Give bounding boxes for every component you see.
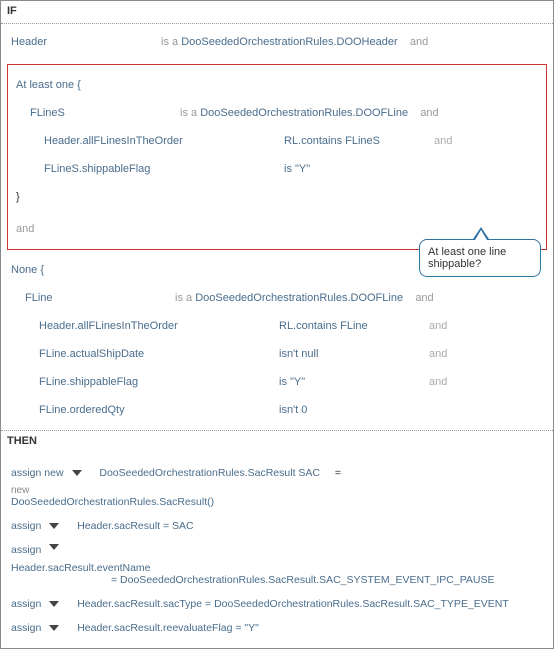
fline-type[interactable]: DooSeededOrchestrationRules.DOOFLine — [195, 292, 403, 304]
at-least-one-block: At least one { FLineS is a DooSeededOrch… — [7, 64, 547, 250]
assign-menu[interactable]: assign — [11, 544, 41, 556]
and-text: and — [429, 320, 469, 332]
assign-menu[interactable]: assign — [11, 622, 41, 634]
cond-row: Header.allFLinesInTheOrder RL.contains F… — [39, 312, 543, 340]
flines-var[interactable]: FLineS — [30, 107, 180, 119]
header-decl-row: Header is a DooSeededOrchestrationRules.… — [11, 28, 543, 56]
is-a-text: is a — [180, 107, 197, 119]
cond-op[interactable]: isn't — [279, 348, 298, 360]
and-text: and — [410, 36, 428, 48]
assign-expr[interactable]: Header.sacResult.sacType = DooSeededOrch… — [77, 598, 509, 610]
chevron-down-icon[interactable] — [72, 470, 82, 476]
assign-lhs[interactable]: DooSeededOrchestrationRules.SacResult SA… — [99, 467, 320, 479]
new-label: new — [11, 485, 214, 496]
then-block: assign new DooSeededOrchestrationRules.S… — [1, 453, 553, 648]
chevron-down-icon[interactable] — [49, 601, 59, 607]
then-row-assign: assign Header.sacResult.eventName = DooS… — [11, 538, 543, 592]
header-type[interactable]: DooSeededOrchestrationRules.DOOHeader — [181, 36, 397, 48]
cond-op[interactable]: RL.contains — [279, 320, 337, 332]
header-var[interactable]: Header — [11, 36, 161, 48]
then-row-assign: assign Header.sacResult.sacType = DooSee… — [11, 592, 543, 616]
cond-row: FLine.shippableFlag is "Y" and — [39, 368, 543, 396]
at-least-open-text[interactable]: At least one { — [16, 79, 81, 91]
assign-menu[interactable]: assign — [11, 598, 41, 610]
cond-lhs[interactable]: Header.allFLinesInTheOrder — [44, 135, 284, 147]
chevron-down-icon[interactable] — [49, 523, 59, 529]
chevron-down-icon[interactable] — [49, 544, 59, 550]
is-a-text: is a — [161, 36, 178, 48]
cond-row: FLine.actualShipDate isn't null and — [39, 340, 543, 368]
cond-rhs[interactable]: FLineS — [345, 135, 380, 147]
cond-row: Header.allFLinesInTheOrder RL.contains F… — [44, 127, 538, 155]
cond-op[interactable]: is — [284, 163, 292, 175]
is-a-text: is a — [175, 292, 192, 304]
assign-menu[interactable]: assign — [11, 520, 41, 532]
cond-op[interactable]: is — [279, 376, 287, 388]
cond-rhs[interactable]: "Y" — [290, 376, 305, 388]
assign-rhs[interactable]: DooSeededOrchestrationRules.SacResult() — [11, 496, 214, 508]
cond-lhs[interactable]: FLine.actualShipDate — [39, 348, 279, 360]
and-text: and — [429, 348, 469, 360]
chevron-down-icon[interactable] — [49, 625, 59, 631]
equals: = — [335, 467, 341, 479]
assign-lhs[interactable]: Header.sacResult.eventName — [11, 562, 495, 574]
and-text: and — [429, 376, 469, 388]
then-row-assign-new: assign new DooSeededOrchestrationRules.S… — [11, 461, 543, 514]
assign-new-menu[interactable]: assign new — [11, 467, 64, 479]
then-label: THEN — [1, 430, 553, 453]
rule-panel: IF Header is a DooSeededOrchestrationRul… — [0, 0, 554, 649]
cond-lhs[interactable]: Header.allFLinesInTheOrder — [39, 320, 279, 332]
cond-op[interactable]: RL.contains — [284, 135, 342, 147]
cond-lhs[interactable]: FLine.orderedQty — [39, 404, 279, 416]
and-text: and — [434, 135, 474, 147]
cond-lhs[interactable]: FLine.shippableFlag — [39, 376, 279, 388]
flines-decl-row: FLineS is a DooSeededOrchestrationRules.… — [30, 99, 538, 127]
cond-lhs[interactable]: FLineS.shippableFlag — [44, 163, 284, 175]
assign-rhs[interactable]: = DooSeededOrchestrationRules.SacResult.… — [11, 574, 495, 586]
assign-expr[interactable]: Header.sacResult.reevaluateFlag = "Y" — [77, 622, 259, 634]
cond-row: FLineS.shippableFlag is "Y" — [44, 155, 538, 183]
cond-rhs[interactable]: 0 — [301, 404, 307, 416]
callout-tail-inner — [475, 230, 487, 240]
close-brace: } — [16, 191, 20, 203]
at-least-open: At least one { — [16, 71, 538, 99]
if-label: IF — [1, 1, 553, 24]
then-row-assign: assign Header.sacResult.reevaluateFlag =… — [11, 616, 543, 640]
cond-row: FLine.orderedQty isn't 0 — [39, 396, 543, 424]
cond-op[interactable]: isn't — [279, 404, 298, 416]
fline-decl-row: FLine is a DooSeededOrchestrationRules.D… — [25, 284, 543, 312]
flines-type[interactable]: DooSeededOrchestrationRules.DOOFLine — [200, 107, 408, 119]
and-text: and — [420, 107, 438, 119]
cond-rhs[interactable]: "Y" — [295, 163, 310, 175]
none-open-text[interactable]: None { — [11, 264, 44, 276]
callout-box: At least one line shippable? — [419, 239, 541, 277]
assign-expr[interactable]: Header.sacResult = SAC — [77, 520, 193, 532]
and-text: and — [415, 292, 433, 304]
if-block: Header is a DooSeededOrchestrationRules.… — [1, 24, 553, 62]
fline-var[interactable]: FLine — [25, 292, 175, 304]
none-block: None { FLine is a DooSeededOrchestration… — [1, 252, 553, 430]
at-least-close: } — [16, 183, 538, 211]
then-row-assign: assign Header.sacResult = SAC — [11, 514, 543, 538]
cond-rhs[interactable]: FLine — [340, 320, 368, 332]
cond-rhs[interactable]: null — [301, 348, 318, 360]
